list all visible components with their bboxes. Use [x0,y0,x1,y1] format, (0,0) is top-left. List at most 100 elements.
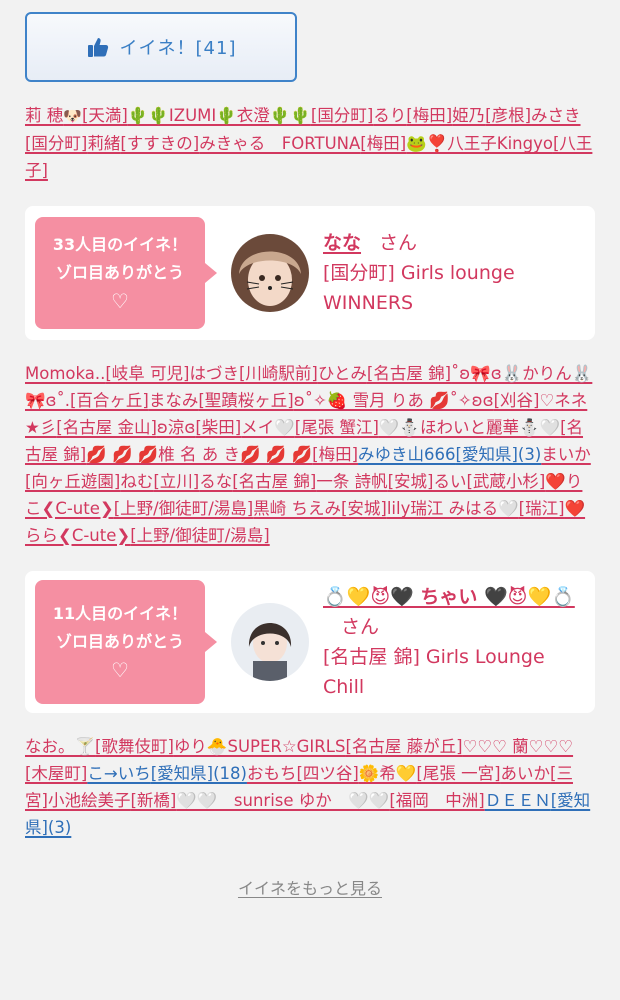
liker-link[interactable]: メイ🤍[尾張 蟹江] [241,418,379,437]
liker-link[interactable]: 🤍🤍 sunrise ゆか 🤍🤍[福岡 中洲] [176,791,484,810]
liker-area: [岐阜 可児] [105,364,190,383]
liker-link[interactable]: 黒崎 ちえみ[安城] [253,499,387,518]
liker-area: [上野/御徒町/湯島] [113,499,254,518]
liker-list-3: なお。🍸[歌舞伎町]ゆり🐣SUPER☆GIRLS[名古屋 藤が丘]♡♡♡ 蘭♡♡… [25,713,595,841]
liker-area: [梅田] [312,445,359,464]
liker-area: [武蔵小杉] [466,472,546,491]
liker-link[interactable]: 🌵🌵IZUMI🌵衣澄🌵🌵[国分町] [128,106,373,125]
like-button[interactable]: イイネ！[41] [25,12,297,82]
page: イイネ！[41] 莉 穂🐶[天満]🌵🌵IZUMI🌵衣澄🌵🌵[国分町]るり[梅田]… [0,0,620,899]
liker-name: Momoka.. [25,364,106,383]
bubble-count-text: 33人目のイイネ！ [52,235,188,254]
liker-link[interactable]: ʚ˚✧🍓 雪月 りあ 💋˚✧ʚɞ[刈谷] [294,391,540,410]
liker-link[interactable]: 莉緒[すすきの] [87,134,199,153]
liker-area: [名古屋 錦] [366,364,452,383]
user-info: なな さん [国分町] Girls lounge WINNERS [323,228,585,318]
liker-area: [立川] [153,472,200,491]
show-more-likes-link[interactable]: イイネをもっと見る [25,875,595,899]
milestone-card-2[interactable]: 11人目のイイネ！ ゾロ目ありがとう ♡ 💍💛😈🖤 ちゃい 🖤😈💛💍 さん [名古… [25,571,595,713]
liker-area: [名古屋 藤が丘] [345,737,463,756]
liker-area: [木屋町] [25,764,88,783]
liker-area: [聖蹟桜ヶ丘] [198,391,294,410]
liker-name: ʚ˚✧🍓 雪月 りあ 💋˚✧ʚɞ [293,391,494,410]
liker-link[interactable]: 💋 💋 💋椎 名 あ き💋 💋 💋[梅田] [86,445,358,464]
liker-name: なお。🍸 [25,737,96,756]
liker-name: みきゃる FORTUNA [199,134,361,153]
shop-name: [国分町] Girls lounge WINNERS [323,262,515,314]
liker-link[interactable]: みきゃる FORTUNA[梅田] [199,134,406,153]
liker-area: [彦根] [485,106,532,125]
liker-link[interactable]: みゆき山666[愛知県](3) [358,445,541,464]
liker-area: [天満] [81,106,128,125]
liker-area: [向ヶ丘遊園] [25,472,121,491]
liker-area: [梅田] [406,106,453,125]
liker-name: 一条 詩帆 [316,472,388,491]
user-info: 💍💛😈🖤 ちゃい 🖤😈💛💍 さん [名古屋 錦] Girls Lounge Chi… [323,582,585,702]
user-name-link[interactable]: なな [323,232,361,254]
avatar[interactable] [231,234,309,312]
liker-name: 🐸❣️八王子Kingyo [406,134,553,153]
liker-name: 小池絵美子 [47,791,131,810]
bubble-thanks-text: ゾロ目ありがとう [55,263,184,282]
liker-area: [すすきの] [120,134,200,153]
liker-area: [歌舞伎町] [95,737,174,756]
liker-name: 莉緒 [87,134,121,153]
liker-link[interactable]: ʚ涼ɞ[柴田] [157,418,241,437]
liker-link[interactable]: まなみ[聖蹟桜ヶ丘] [149,391,294,410]
liker-name: おもち [246,764,297,783]
liker-area: [瑞江] [518,499,565,518]
liker-link[interactable]: こ→いち[愛知県](18) [87,764,247,783]
liker-name: ねむ [120,472,154,491]
liker-link[interactable]: るり[梅田] [373,106,452,125]
milestone-card-1[interactable]: 33人目のイイネ！ ゾロ目ありがとう ♡ なな さん [国分町] Girls lo… [25,206,595,340]
liker-link[interactable]: 莉 穂🐶[天満] [25,106,128,125]
liker-area: [国分町] [310,106,374,125]
liker-name: 黒崎 ちえみ [253,499,341,518]
liker-link[interactable]: 🌼希💛[尾張 一宮] [359,764,501,783]
liker-link[interactable]: おもち[四ツ谷] [247,764,359,783]
milestone-bubble: 11人目のイイネ！ ゾロ目ありがとう ♡ [35,580,217,704]
liker-link[interactable]: 姫乃[彦根] [452,106,531,125]
liker-area: [尾張 蟹江] [294,418,379,437]
liker-link[interactable]: るな[名古屋 錦] [199,472,316,491]
liker-area: [川崎駅前] [239,364,318,383]
like-button-label: イイネ！[41] [119,38,237,59]
honorific: さん [379,232,418,254]
liker-area: [百合ヶ丘] [70,391,149,410]
liker-name: るり [373,106,407,125]
liker-link[interactable]: Momoka..[岐阜 可児] [25,364,190,383]
liker-name: lily瑞江 みはる🤍 [386,499,519,518]
liker-name: ゆり🐣SUPER☆GIRLS [173,737,346,756]
avatar[interactable] [231,603,309,681]
liker-link[interactable]: ゆり🐣SUPER☆GIRLS[名古屋 藤が丘] [174,737,463,756]
liker-name: 姫乃 [452,106,486,125]
user-name-link[interactable]: 💍💛😈🖤 ちゃい 🖤😈💛💍 [323,586,575,608]
liker-name: ＤＥＥＮ [484,791,551,810]
liker-link[interactable]: 小池絵美子[新橋] [48,791,176,810]
liker-name: まいか [541,445,591,464]
emoji-icon: 🐶 [63,107,82,125]
liker-name: 莉 穂 [25,106,64,125]
liker-name: るい [433,472,467,491]
liker-link[interactable]: ひとみ[名古屋 錦] [318,364,451,383]
liker-link[interactable]: 一条 詩帆[安城] [316,472,433,491]
liker-link[interactable]: ねむ[立川] [120,472,199,491]
liker-name: 🤍🤍 sunrise ゆか 🤍🤍 [176,791,390,810]
liker-area: [新橋] [130,791,177,810]
liker-name: あいか [500,764,551,783]
liker-link[interactable]: なお。🍸[歌舞伎町] [25,737,174,756]
liker-area: [愛知県](18) [150,764,247,783]
liker-area: [柴田] [195,418,242,437]
liker-area: [福岡 中洲] [389,791,485,810]
liker-area: [梅田] [360,134,407,153]
liker-area: [国分町] [25,134,88,153]
liker-link[interactable]: るい[武蔵小杉] [434,472,546,491]
liker-list-1: 莉 穂🐶[天満]🌵🌵IZUMI🌵衣澄🌵🌵[国分町]るり[梅田]姫乃[彦根]みさき… [25,82,595,184]
liker-area: [刈谷] [493,391,540,410]
liker-name: 🤍⛄ほわいと麗華⛄🤍 [378,418,561,437]
liker-name: 🌵🌵IZUMI🌵衣澄🌵🌵 [127,106,311,125]
liker-link[interactable]: はづき[川崎駅前] [190,364,318,383]
liker-link[interactable]: lily瑞江 みはる🤍[瑞江] [387,499,565,518]
liker-area: [尾張 一宮] [416,764,501,783]
liker-area: [名古屋 錦] [232,472,317,491]
